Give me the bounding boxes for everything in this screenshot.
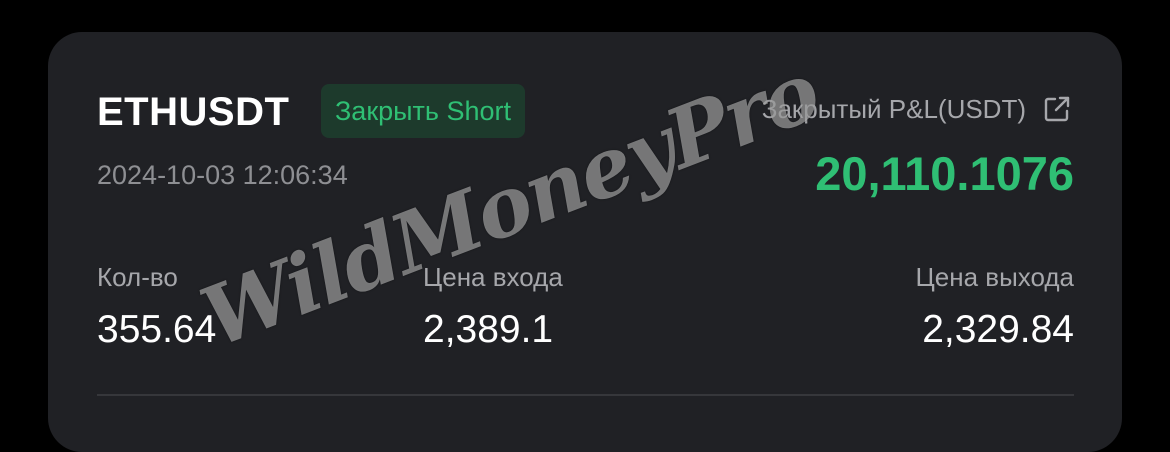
side-badge: Закрыть Short [321,84,526,138]
qty-label: Кол-во [97,262,178,292]
pnl-header: Закрытый P&L(USDT) [762,92,1072,126]
trade-card: ETHUSDT Закрыть Short 2024-10-03 12:06:3… [48,32,1122,452]
exit-price-value: 2,329.84 [922,308,1074,351]
trade-timestamp: 2024-10-03 12:06:34 [97,160,348,190]
entry-price-label: Цена входа [423,262,563,292]
qty-value: 355.64 [97,308,217,351]
entry-price-value: 2,389.1 [423,308,554,351]
qty-stat: Кол-во 355.64 [97,260,216,354]
divider [97,394,1074,396]
exit-price-stat: Цена выхода 2,329.84 [916,260,1074,354]
trade-symbol: ETHUSDT [97,90,290,134]
exit-price-label: Цена выхода [915,262,1074,292]
external-link-icon[interactable] [1042,94,1072,124]
entry-price-stat: Цена входа 2,389.1 [423,260,563,354]
pnl-label: Закрытый P&L(USDT) [761,94,1026,124]
pnl-value: 20,110.1076 [815,147,1074,200]
